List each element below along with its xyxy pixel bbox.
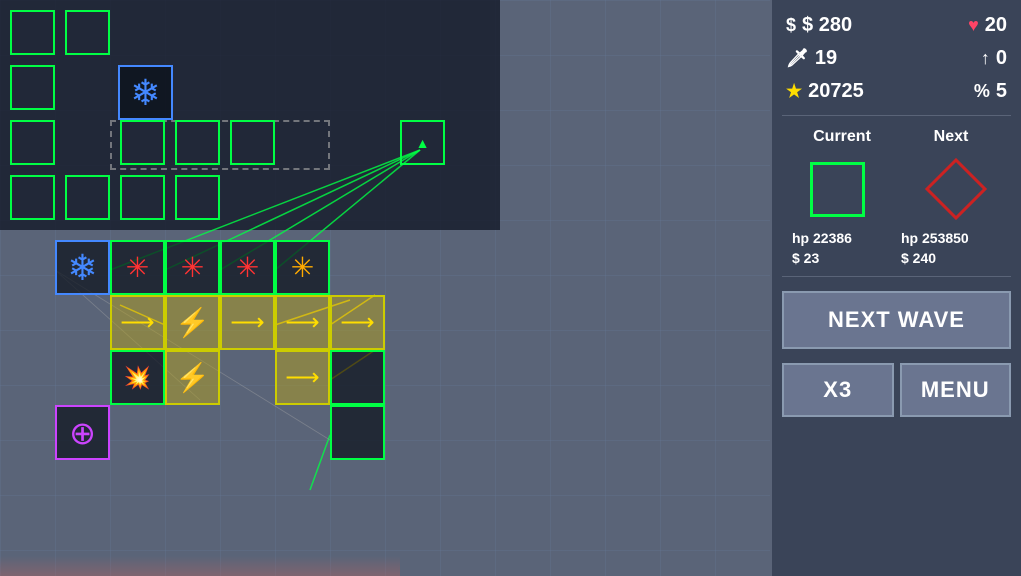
current-enemy-box [792, 159, 882, 219]
cell-starburst-4[interactable]: ✳ [275, 240, 330, 295]
x3-button[interactable]: X3 [782, 363, 894, 417]
next-hp-money: hp 253850 $ 240 [901, 230, 1001, 266]
cell-lightning-1[interactable]: ⚡ [165, 295, 220, 350]
heart-icon: ♥ [968, 15, 979, 36]
percent-stat: % 5 [974, 80, 1007, 103]
next-enemy-box [911, 159, 1001, 219]
small-buttons-row: X3 MENU [782, 363, 1011, 417]
current-hp-money: hp 22386 $ 23 [792, 230, 892, 266]
starburst-icon-3: ✳ [222, 242, 273, 293]
score-value: 20725 [808, 80, 864, 103]
defense-value: 0 [996, 47, 1007, 70]
menu-button[interactable]: MENU [900, 363, 1012, 417]
money-value: $ 280 [802, 14, 852, 37]
percent-icon: % [974, 81, 990, 102]
hud-panel: $ $ 280 ♥ 20 🗡 19 ↑ 0 ★ 20725 % 5 Curren… [770, 0, 1021, 576]
score-stat: ★ 20725 [786, 80, 864, 103]
game-elements: ❄ ▲ ❄ ✳ ✳ ✳ ✳ [0, 0, 770, 576]
arrow-icon-4: ⟶ [332, 297, 383, 348]
attack-stat: 🗡 19 [786, 47, 837, 70]
cell-tower-right[interactable]: ▲ [400, 120, 445, 165]
cell-starburst-2[interactable]: ✳ [165, 240, 220, 295]
attack-row: 🗡 19 ↑ 0 [782, 45, 1011, 72]
star-icon: ★ [786, 81, 802, 102]
arrow-icon-2: ⟶ [222, 297, 273, 348]
cell-arrow-yellow-5[interactable]: ⟶ [275, 350, 330, 405]
next-label: Next [901, 128, 1001, 146]
cell-empty-9 [65, 175, 110, 220]
cell-circle-target[interactable]: ⊕ [55, 405, 110, 460]
cell-empty-3 [10, 65, 55, 110]
current-hp: hp 22386 [792, 230, 892, 246]
current-label: Current [792, 128, 892, 146]
divider-2 [782, 276, 1011, 277]
explosion-icon: 💥 [112, 352, 163, 403]
hp-money-section: hp 22386 $ 23 hp 253850 $ 240 [782, 230, 1011, 266]
percent-value: 5 [996, 80, 1007, 103]
defense-stat: ↑ 0 [981, 47, 1007, 70]
next-wave-button[interactable]: NEXT WAVE [782, 291, 1011, 349]
next-money: $ 240 [901, 250, 1001, 266]
starburst-icon-2: ✳ [167, 242, 218, 293]
money-stat: $ $ 280 [786, 14, 852, 37]
cell-empty-4 [10, 120, 55, 165]
cell-arrow-yellow-2[interactable]: ⟶ [220, 295, 275, 350]
arrow-up-icon: ↑ [981, 48, 990, 69]
current-enemy-square [810, 162, 865, 217]
divider-1 [782, 115, 1011, 116]
lightning-icon-1: ⚡ [167, 297, 218, 348]
arrow-icon-1: ⟶ [112, 297, 163, 348]
cell-empty-10 [120, 175, 165, 220]
next-hp: hp 253850 [901, 230, 1001, 246]
cell-snowflake-2[interactable]: ❄ [55, 240, 110, 295]
game-area: ❄ ▲ ❄ ✳ ✳ ✳ ✳ [0, 0, 770, 576]
starburst-icon-4: ✳ [277, 242, 328, 293]
snowflake-icon-2: ❄ [57, 242, 108, 293]
cell-lightning-2[interactable]: ⚡ [165, 350, 220, 405]
cell-empty-8 [10, 175, 55, 220]
arrow-icon-5: ⟶ [277, 352, 328, 403]
cell-empty-11 [175, 175, 220, 220]
arrow-icon-3: ⟶ [277, 297, 328, 348]
circle-target-icon: ⊕ [57, 407, 108, 458]
snowflake-icon-1: ❄ [120, 67, 171, 118]
arrow-up-small: ▲ [402, 122, 443, 163]
cell-arrow-yellow-1[interactable]: ⟶ [110, 295, 165, 350]
sword-icon: 🗡 [786, 48, 809, 69]
cell-empty-7 [230, 120, 275, 165]
cell-empty-6 [175, 120, 220, 165]
cell-tower-bottom[interactable] [330, 405, 385, 460]
cell-arrow-yellow-4[interactable]: ⟶ [330, 295, 385, 350]
cell-empty-last [330, 350, 385, 405]
cell-starburst-3[interactable]: ✳ [220, 240, 275, 295]
starburst-icon-1: ✳ [112, 242, 163, 293]
cell-arrow-yellow-3[interactable]: ⟶ [275, 295, 330, 350]
cell-explosion[interactable]: 💥 [110, 350, 165, 405]
cell-empty-5 [120, 120, 165, 165]
current-next-labels: Current Next [782, 126, 1011, 148]
score-row: ★ 20725 % 5 [782, 78, 1011, 105]
dollar-icon: $ [786, 15, 796, 36]
money-row: $ $ 280 ♥ 20 [782, 12, 1011, 39]
lightning-icon-2: ⚡ [167, 352, 218, 403]
attack-value: 19 [815, 47, 837, 70]
cell-empty-1 [10, 10, 55, 55]
bottom-glow [0, 556, 400, 576]
enemy-display-row [782, 154, 1011, 224]
cell-snowflake-1[interactable]: ❄ [118, 65, 173, 120]
next-enemy-diamond [925, 158, 987, 220]
cell-starburst-1[interactable]: ✳ [110, 240, 165, 295]
lives-value: 20 [985, 14, 1007, 37]
lives-stat: ♥ 20 [968, 14, 1007, 37]
cell-empty-2 [65, 10, 110, 55]
current-money: $ 23 [792, 250, 892, 266]
